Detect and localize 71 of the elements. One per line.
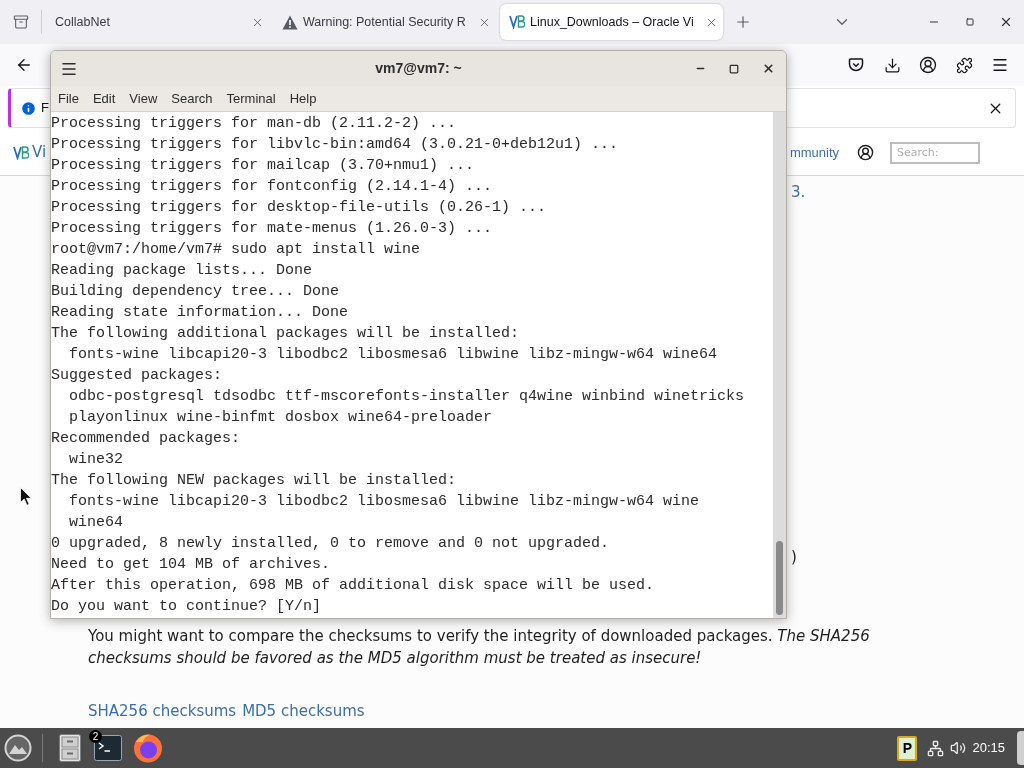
terminal-line: Need to get 104 MB of archives. <box>51 555 332 575</box>
menu-item[interactable]: Edit <box>85 88 123 109</box>
terminal-line: After this operation, 698 MB of additional disk space will be used. <box>51 576 656 596</box>
shield-icon <box>848 57 864 73</box>
terminal-line: wine64 <box>68 513 124 533</box>
text-fragment: ) <box>791 547 797 567</box>
window-title: vm7@vm7: ~ <box>375 59 462 78</box>
terminal-line: The following additional packages will be installed: <box>51 324 521 344</box>
warning-icon <box>282 14 298 30</box>
scrollbar-thumb[interactable] <box>776 541 783 615</box>
terminal-line: Reading state information... Done <box>51 303 350 323</box>
close-icon <box>999 15 1013 29</box>
clock[interactable]: 20:15 <box>972 738 1005 758</box>
terminal-line: wine32 <box>68 450 124 470</box>
terminal-line: Suggested packages: <box>51 366 224 386</box>
terminal-line: fonts-wine libcapi20-3 libodbc2 libosmesa6 libwine libz-mingw-w64 wine <box>68 492 701 512</box>
puzzle-icon <box>955 56 973 74</box>
menu-item[interactable]: Search <box>164 88 220 109</box>
notification-text: F <box>41 99 49 118</box>
menu-item[interactable]: File <box>51 88 86 109</box>
terminal-line: Do you want to continue? [Y/n] <box>51 597 323 617</box>
filing-cabinet-icon <box>58 734 82 762</box>
browser-tab[interactable]: Warning: Potential Security R <box>273 4 496 40</box>
terminal-line: fonts-wine libcapi20-3 libodbc2 libosmesa6 libwine libz-mingw-w64 wine64 <box>68 345 719 365</box>
site-logo-icon <box>509 15 525 29</box>
browser-tab[interactable]: Linux_Downloads – Oracle Vi <box>500 4 723 40</box>
window-count-badge: 2 <box>89 730 102 743</box>
terminal-line: Processing triggers for desktop-file-utils (0.26-1) ... <box>51 198 548 218</box>
account-icon <box>919 56 937 74</box>
terminal-taskbar-button[interactable]: 2 <box>89 730 127 766</box>
network-icon[interactable] <box>927 739 945 757</box>
download-icon <box>883 56 901 74</box>
flame-globe-icon <box>133 733 163 763</box>
user-icon[interactable] <box>857 144 874 161</box>
terminal-line: The following NEW packages will be installed: <box>51 471 458 491</box>
terminal-line: Recommended packages: <box>51 429 242 449</box>
checksum-paragraph: You might want to compare the checksums to verify the integrity of downloaded packages. The SHA256 checksums should be favored as the MD5 algorithm must be treated as insecure! <box>88 626 871 669</box>
terminal-line: 0 upgraded, 8 newly installed, 0 to remove and 0 not upgraded. <box>51 534 611 554</box>
terminal-line: playonlinux wine-binfmt dosbox wine64-preloader <box>68 408 494 428</box>
terminal-line: Reading package lists... Done <box>51 261 314 281</box>
terminal-line: Processing triggers for mailcap (3.70+nmu1) ... <box>51 156 476 176</box>
close-icon <box>761 62 775 75</box>
mountain-circle-icon <box>4 734 32 762</box>
terminal-line: Building dependency tree... Done <box>51 282 341 302</box>
browser-tab[interactable]: CollabNet <box>46 4 269 40</box>
mouse-pointer-icon <box>20 487 32 506</box>
terminal-line: Processing triggers for fontconfig (2.14.1-4) ... <box>51 177 494 197</box>
checksum-link[interactable]: SHA256 checksums <box>88 701 237 721</box>
menu-item[interactable]: Help <box>282 88 324 109</box>
menu-item[interactable]: Terminal <box>219 88 283 109</box>
terminal-line: root@vm7:/home/vm7# sudo apt install wine <box>51 240 422 260</box>
maximize-icon <box>729 63 739 74</box>
menu-item[interactable]: View <box>122 88 165 109</box>
link-text[interactable]: 3. <box>791 182 806 202</box>
tray-icon <box>13 14 29 30</box>
clipboard-icon[interactable]: P <box>897 735 918 761</box>
terminal-line: Processing triggers for mate-menus (1.26.0-3) ... <box>51 219 494 239</box>
volume-icon[interactable] <box>950 740 967 756</box>
terminal-line: Processing triggers for libvlc-bin:amd64 (3.0.21-0+deb12u1) ... <box>51 135 620 155</box>
maximize-icon <box>966 18 974 26</box>
terminal-line: odbc-postgresql tdsodbc ttf-mscorefonts-installer q4wine winbind winetricks <box>68 387 746 407</box>
search-field[interactable]: Search: <box>890 141 980 164</box>
menu-icon <box>991 56 1009 74</box>
terminal-line: Processing triggers for man-db (2.11.2-2) ... <box>51 114 458 134</box>
nav-link[interactable]: mmunity <box>789 142 839 163</box>
plus-icon <box>734 13 752 31</box>
info-icon <box>20 99 37 117</box>
show-desktop-button[interactable] <box>1017 731 1024 765</box>
site-name: Vi <box>32 142 47 164</box>
site-logo-icon <box>13 145 29 160</box>
checksum-link[interactable]: MD5 checksums <box>242 701 365 721</box>
